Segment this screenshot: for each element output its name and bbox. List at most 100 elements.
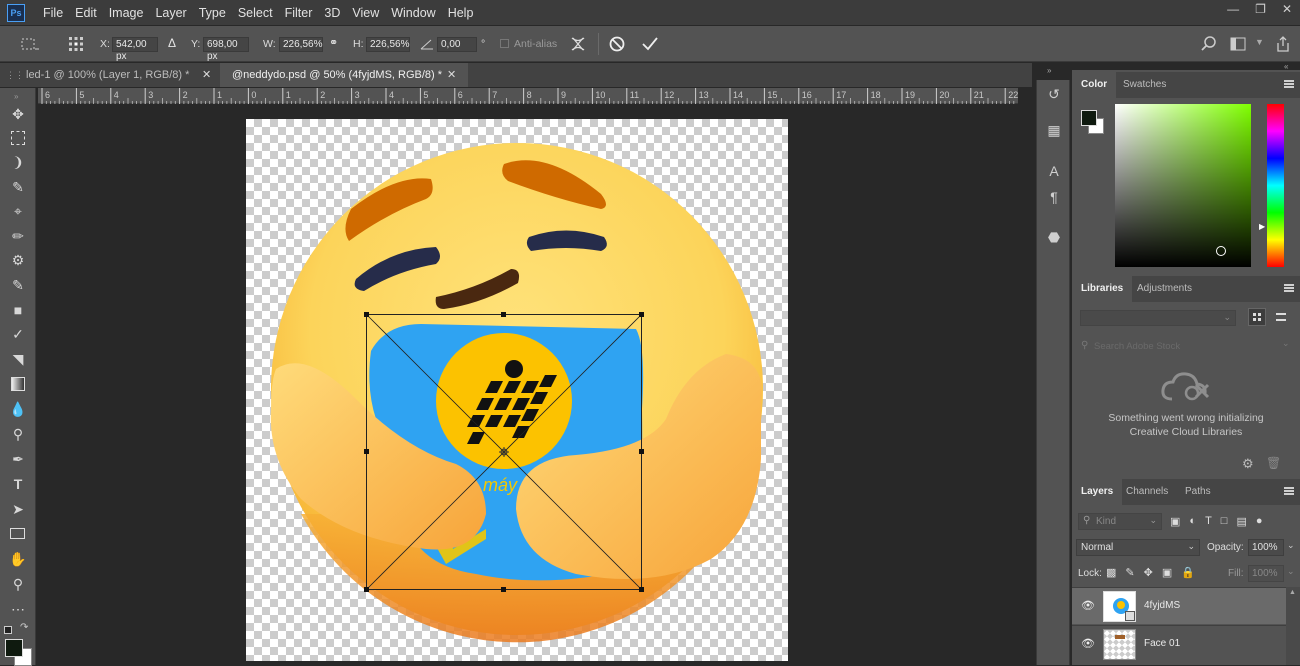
foreground-color-swatch[interactable] — [5, 639, 23, 657]
commit-transform-icon[interactable] — [641, 35, 659, 53]
default-colors-icon[interactable] — [4, 626, 12, 634]
x-field[interactable]: 542,00 px — [112, 37, 158, 62]
restore-icon[interactable]: ❐ — [1255, 2, 1266, 16]
trash-icon[interactable]: 🗑 — [1266, 456, 1281, 470]
search-icon[interactable] — [1201, 36, 1217, 52]
shape-filter-icon[interactable]: □ — [1221, 515, 1228, 529]
menu-view[interactable]: View — [346, 6, 385, 20]
panel-menu-icon[interactable] — [1284, 487, 1294, 495]
warp-icon[interactable] — [569, 34, 587, 54]
lock-image-icon[interactable]: ✎ — [1125, 566, 1134, 579]
workspace-icon[interactable] — [1230, 36, 1248, 52]
tab-paths[interactable]: Paths — [1176, 479, 1220, 505]
edit-toolbar-icon[interactable]: ⋯ — [8, 599, 28, 619]
collapse-icon[interactable]: » — [1047, 66, 1051, 75]
menu-image[interactable]: Image — [103, 6, 150, 20]
layer-name[interactable]: 4fyjdMS — [1144, 600, 1180, 611]
path-selection-tool-icon[interactable]: ➤ — [8, 499, 28, 519]
layer-row[interactable]: 👁 4fyjdMS — [1072, 587, 1300, 624]
fill-field[interactable]: 100% — [1248, 565, 1284, 582]
hue-slider-marker-icon[interactable]: ▶ — [1259, 222, 1265, 231]
tab-close-icon[interactable]: ✕ — [447, 63, 456, 87]
menu-edit[interactable]: Edit — [69, 6, 103, 20]
menu-select[interactable]: Select — [232, 6, 279, 20]
panel-menu-icon[interactable] — [1284, 284, 1294, 292]
lock-artboard-icon[interactable]: ▣ — [1162, 566, 1172, 579]
quick-selection-tool-icon[interactable]: ✎ — [8, 177, 28, 197]
layer-name[interactable]: Face 01 — [1144, 638, 1180, 649]
swap-colors-icon[interactable]: ↷ — [20, 622, 28, 633]
chevron-down-icon[interactable]: ⌄ — [1282, 338, 1290, 349]
layers-scrollbar[interactable]: ▲ — [1286, 587, 1300, 665]
pen-tool-icon[interactable]: ✒ — [8, 449, 28, 469]
hue-slider[interactable] — [1267, 104, 1284, 267]
share-icon[interactable] — [1275, 35, 1291, 53]
color-foreground-swatch[interactable] — [1081, 110, 1097, 126]
eyedropper-tool-icon[interactable]: ✏ — [8, 226, 28, 246]
move-tool-icon[interactable]: ✥ — [8, 104, 28, 124]
lock-position-icon[interactable]: ✥ — [1144, 566, 1153, 579]
blur-tool-icon[interactable]: 💧 — [8, 399, 28, 419]
visibility-eye-icon[interactable]: 👁 — [1081, 599, 1095, 612]
y-field[interactable]: 698,00 px — [203, 37, 249, 62]
stock-search-input[interactable]: Search Adobe Stock — [1094, 341, 1180, 352]
delta-icon[interactable]: Δ — [168, 36, 176, 50]
3d-panel-icon[interactable]: ⬣ — [1045, 228, 1063, 246]
history-brush-tool-icon[interactable]: ✓ — [8, 324, 28, 344]
layer-filter-kind[interactable]: ⚲ Kind ⌄ — [1078, 513, 1162, 530]
color-picker-marker[interactable] — [1216, 246, 1226, 256]
history-panel-icon[interactable]: ↺ — [1045, 85, 1063, 103]
menu-type[interactable]: Type — [193, 6, 232, 20]
expand-panels-icon[interactable]: « — [1284, 62, 1288, 71]
visibility-eye-icon[interactable]: 👁 — [1081, 637, 1095, 650]
paragraph-panel-icon[interactable]: ¶ — [1045, 188, 1063, 206]
type-filter-icon[interactable]: T — [1205, 515, 1212, 529]
zoom-tool-icon[interactable]: ⚲ — [8, 574, 28, 594]
opacity-field[interactable]: 100% — [1248, 539, 1284, 556]
tab-channels[interactable]: Channels — [1117, 479, 1177, 505]
gradient-tool-icon[interactable] — [8, 374, 28, 394]
antialias-checkbox[interactable] — [500, 39, 509, 48]
link-icon[interactable]: ⚭ — [329, 36, 338, 49]
collapse-icon[interactable]: » — [14, 92, 18, 101]
menu-help[interactable]: Help — [442, 6, 480, 20]
smart-object-filter-icon[interactable]: ▤ — [1236, 515, 1246, 529]
tab-swatches[interactable]: Swatches — [1114, 72, 1175, 98]
transform-tool-icon[interactable] — [18, 36, 40, 52]
marquee-tool-icon[interactable] — [8, 128, 28, 148]
clone-stamp-tool-icon[interactable]: ■ — [8, 300, 28, 320]
tab-neddydo[interactable]: @neddydo.psd @ 50% (4fyjdMS, RGB/8) * ✕ — [220, 63, 468, 87]
minimize-icon[interactable]: — — [1227, 2, 1239, 16]
adjustment-filter-icon[interactable]: ◐ — [1189, 515, 1196, 529]
chevron-down-icon[interactable]: ⌄ — [1287, 540, 1295, 551]
cc-sync-icon[interactable]: ⚙ — [1242, 456, 1254, 472]
menu-layer[interactable]: Layer — [149, 6, 192, 20]
reference-point-icon[interactable] — [68, 36, 84, 52]
healing-brush-tool-icon[interactable]: ⚙ — [8, 250, 28, 270]
layer-row[interactable]: 👁 Face 01 — [1072, 625, 1300, 662]
canvas-area[interactable]: máy — [38, 104, 1018, 665]
grid-view-icon[interactable] — [1248, 308, 1266, 326]
dodge-tool-icon[interactable]: ⚲ — [8, 424, 28, 444]
lock-all-icon[interactable]: 🔒 — [1181, 566, 1195, 579]
close-icon[interactable]: ✕ — [1282, 2, 1292, 16]
type-tool-icon[interactable]: T — [8, 474, 28, 494]
chevron-down-icon[interactable]: ⌄ — [1287, 566, 1295, 577]
crop-tool-icon[interactable]: ⌖ — [8, 201, 28, 221]
angle-field[interactable]: 0,00 — [437, 37, 477, 52]
tab-close-icon[interactable]: ✕ — [202, 63, 211, 87]
brush-tool-icon[interactable]: ✎ — [8, 275, 28, 295]
library-dropdown[interactable]: ⌄ — [1080, 310, 1236, 326]
panel-menu-icon[interactable] — [1284, 80, 1294, 88]
app-logo[interactable]: Ps — [7, 3, 25, 22]
menu-file[interactable]: File — [37, 6, 69, 20]
color-field[interactable] — [1115, 104, 1251, 267]
tab-untitled[interactable]: ⋮⋮ led-1 @ 100% (Layer 1, RGB/8) * ✕ — [0, 63, 220, 87]
tab-libraries[interactable]: Libraries — [1072, 276, 1133, 302]
height-field[interactable]: 226,56% — [366, 37, 410, 52]
character-panel-icon[interactable]: A — [1045, 162, 1063, 180]
filter-toggle-icon[interactable]: ● — [1256, 515, 1263, 529]
cancel-transform-icon[interactable] — [608, 35, 626, 53]
blend-mode-select[interactable]: Normal ⌄ — [1076, 539, 1200, 556]
menu-window[interactable]: Window — [385, 6, 441, 20]
